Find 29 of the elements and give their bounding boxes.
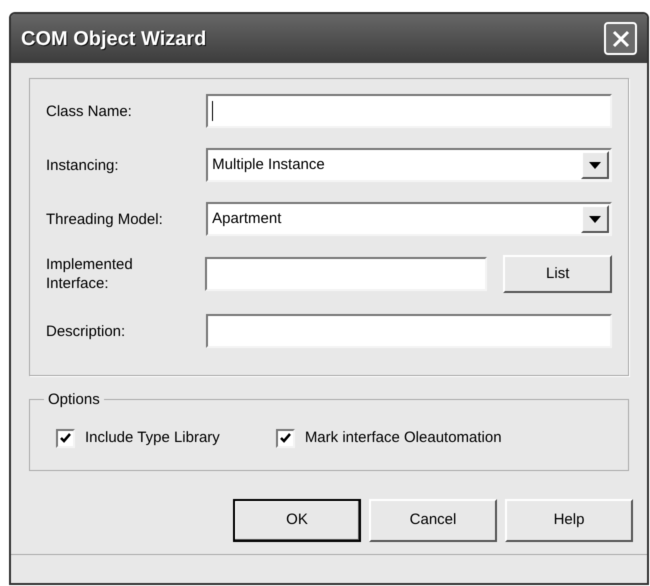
checkbox-label: Mark interface Oleautomation — [304, 428, 502, 448]
dropdown-arrow-button[interactable] — [581, 205, 609, 233]
dialog-button[interactable]: Help — [505, 499, 633, 542]
checkmark-icon — [60, 433, 71, 443]
field-label: Class Name: — [46, 102, 133, 120]
dropdown[interactable]: Multiple Instance — [206, 148, 612, 182]
close-button[interactable] — [604, 22, 637, 55]
checkbox[interactable] — [56, 428, 75, 448]
list-button[interactable]: List — [503, 255, 612, 293]
input-field[interactable] — [206, 94, 612, 128]
dropdown[interactable]: Apartment — [206, 202, 612, 236]
dropdown-value: Apartment — [212, 208, 282, 229]
input-field[interactable] — [206, 314, 612, 348]
close-icon — [610, 28, 630, 48]
input-field[interactable] — [205, 257, 488, 291]
dropdown-value: Multiple Instance — [212, 154, 325, 175]
checkmark-icon — [280, 433, 291, 443]
window-title: COM Object Wizard — [21, 26, 206, 52]
field-label: Description: — [46, 322, 126, 340]
dropdown-arrow-button[interactable] — [581, 151, 609, 179]
caret-icon — [589, 216, 601, 222]
checkbox-label: Include Type Library — [85, 428, 220, 448]
field-label: Instancing: — [46, 156, 120, 174]
dialog-button[interactable]: OK — [233, 499, 361, 542]
field-label: Threading Model: — [46, 210, 164, 228]
field-label: Implemented Interface: — [46, 255, 134, 293]
caret-icon — [589, 162, 601, 168]
dialog-button[interactable]: Cancel — [369, 499, 497, 542]
checkbox[interactable] — [276, 428, 295, 448]
